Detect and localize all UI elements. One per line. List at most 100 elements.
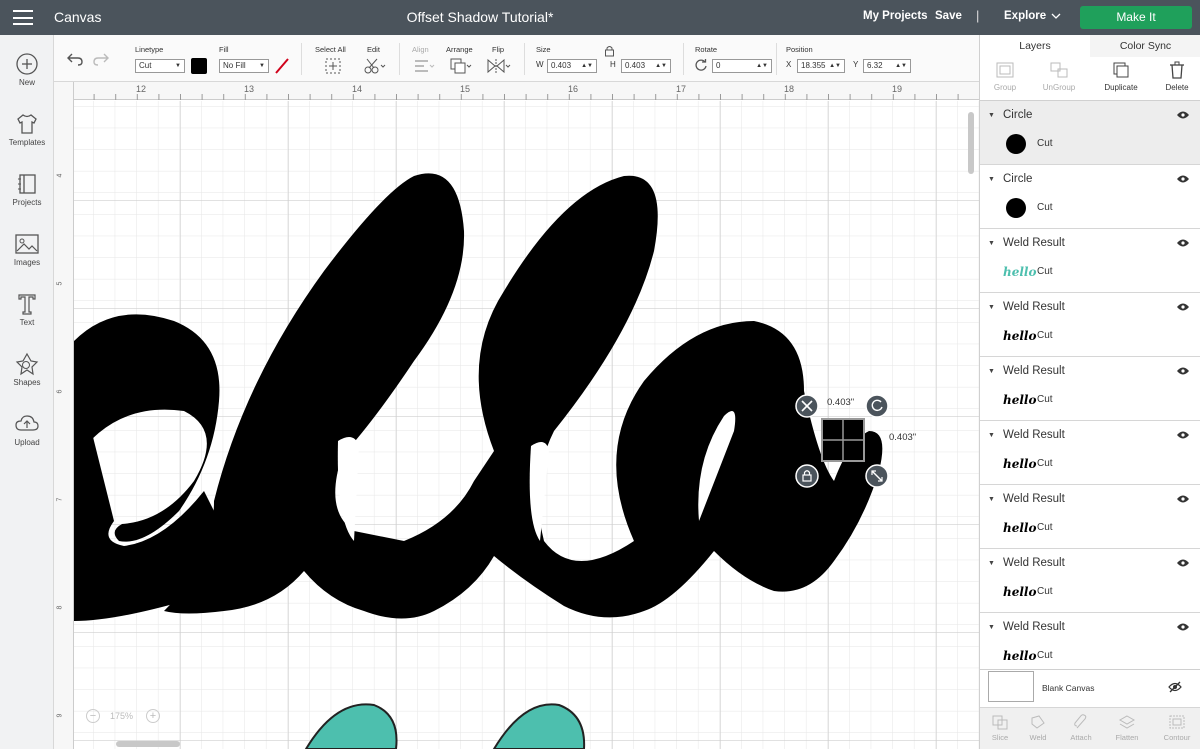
delete-button[interactable]: Delete (1152, 61, 1200, 92)
width-input[interactable]: 0.403 ▲▼ (547, 59, 597, 73)
ruler-left-label: 7 (56, 497, 64, 502)
sidebar-item-images[interactable]: Images (0, 232, 54, 282)
layer-item[interactable]: ▼ Weld Result hello Cut (980, 357, 1200, 421)
layer-item[interactable]: ▼ Circle Cut (980, 101, 1200, 165)
layer-item[interactable]: ▼ Weld Result hello Cut (980, 293, 1200, 357)
layer-type: Cut (1037, 586, 1053, 597)
attach-label: Attach (1070, 733, 1092, 742)
expand-chevron-icon[interactable]: ▼ (988, 240, 995, 247)
circle-thumbnail (1006, 134, 1026, 154)
save-link[interactable]: Save (935, 10, 962, 22)
eye-icon[interactable] (1176, 494, 1190, 504)
no-fill-swatch-icon[interactable] (274, 57, 290, 75)
eye-icon[interactable] (1176, 430, 1190, 440)
eye-icon[interactable] (1176, 238, 1190, 248)
eye-icon[interactable] (1176, 622, 1190, 632)
blank-canvas-label: Blank Canvas (1042, 683, 1095, 693)
arrange-icon[interactable] (448, 57, 474, 75)
sidebar-item-text[interactable]: Text (0, 292, 54, 342)
tab-layers[interactable]: Layers (980, 35, 1090, 57)
flip-label: Flip (492, 45, 505, 54)
slice-button[interactable]: Slice (980, 714, 1020, 742)
select-all-icon[interactable] (324, 57, 342, 75)
x-label: X (786, 60, 792, 69)
explore-link[interactable]: Explore (1004, 10, 1046, 22)
hello-black-thumbnail: hello (1003, 329, 1037, 343)
blank-canvas-row[interactable]: Blank Canvas (980, 669, 1200, 707)
sidebar-item-projects[interactable]: Projects (0, 172, 54, 222)
zoom-out-button[interactable]: − (86, 709, 100, 723)
expand-chevron-icon[interactable]: ▼ (988, 304, 995, 311)
height-input[interactable]: 0.403 ▲▼ (621, 59, 671, 73)
linetype-value: Cut (139, 61, 152, 70)
sidebar-item-templates[interactable]: Templates (0, 112, 54, 162)
expand-chevron-icon[interactable]: ▼ (988, 432, 995, 439)
eye-hidden-icon[interactable] (1168, 681, 1182, 693)
chevron-down-icon[interactable] (1050, 10, 1062, 22)
lock-handle-icon[interactable] (795, 464, 819, 488)
eye-icon[interactable] (1176, 366, 1190, 376)
ruler-top: 12 13 14 15 16 17 18 19 (74, 82, 979, 100)
sidebar-item-shapes[interactable]: Shapes (0, 352, 54, 402)
expand-chevron-icon[interactable]: ▼ (988, 368, 995, 375)
expand-chevron-icon[interactable]: ▼ (988, 624, 995, 631)
duplicate-button[interactable]: Duplicate (1096, 61, 1146, 92)
eye-icon[interactable] (1176, 110, 1190, 120)
expand-chevron-icon[interactable]: ▼ (988, 112, 995, 119)
circle-thumbnail (1006, 198, 1026, 218)
left-sidebar: New Templates Projects Images Text Shape… (0, 35, 54, 749)
hello-black-thumbnail: hello (1003, 521, 1037, 535)
expand-chevron-icon[interactable]: ▼ (988, 560, 995, 567)
redo-icon[interactable] (92, 51, 110, 67)
eye-icon[interactable] (1176, 558, 1190, 568)
zoom-in-button[interactable]: + (146, 709, 160, 723)
flatten-button[interactable]: Flatten (1107, 714, 1147, 742)
flip-icon[interactable] (486, 57, 512, 75)
layer-name: Weld Result (1003, 365, 1065, 377)
design-canvas[interactable]: 0.403" 0.403" 12 13 14 15 16 17 18 19 4 … (54, 82, 979, 749)
position-y-input[interactable]: 6.32 ▲▼ (863, 59, 911, 73)
vertical-scrollbar[interactable] (968, 112, 974, 174)
hamburger-menu-icon[interactable] (13, 10, 33, 25)
fill-select[interactable]: No Fill ▼ (219, 59, 269, 73)
selection-height-label: 0.403" (889, 432, 917, 443)
attach-button[interactable]: Attach (1061, 714, 1101, 742)
linetype-color-swatch[interactable] (191, 58, 207, 74)
document-title[interactable]: Offset Shadow Tutorial* (360, 9, 600, 25)
horizontal-scrollbar[interactable] (116, 741, 180, 747)
ungroup-button[interactable]: UnGroup (1034, 61, 1084, 92)
layer-item[interactable]: ▼ Weld Result hello Cut (980, 229, 1200, 293)
sidebar-item-upload[interactable]: Upload (0, 412, 54, 462)
layer-item[interactable]: ▼ Circle Cut (980, 165, 1200, 229)
lock-aspect-icon[interactable] (604, 45, 615, 57)
ruler-top-label: 18 (784, 84, 795, 94)
group-button[interactable]: Group (980, 61, 1030, 92)
selection-box[interactable] (821, 418, 865, 462)
close-handle-icon[interactable] (795, 394, 819, 418)
eye-icon[interactable] (1176, 302, 1190, 312)
sidebar-item-new[interactable]: New (0, 52, 54, 102)
tab-color-sync[interactable]: Color Sync (1090, 35, 1200, 57)
rotate-input[interactable]: 0 ▲▼ (712, 59, 772, 73)
edit-scissors-icon[interactable] (363, 57, 387, 75)
layer-item[interactable]: ▼ Weld Result hello Cut (980, 421, 1200, 485)
expand-chevron-icon[interactable]: ▼ (988, 176, 995, 183)
rotate-handle-icon[interactable] (865, 394, 889, 418)
hello-black-thumbnail: hello (1003, 649, 1037, 663)
blank-canvas-swatch[interactable] (988, 671, 1034, 702)
undo-icon[interactable] (66, 51, 84, 67)
make-it-button[interactable]: Make It (1080, 6, 1192, 29)
layer-item[interactable]: ▼ Weld Result hello Cut (980, 549, 1200, 613)
layer-item[interactable]: ▼ Weld Result hello Cut (980, 485, 1200, 549)
linetype-select[interactable]: Cut ▼ (135, 59, 185, 73)
resize-handle-icon[interactable] (865, 464, 889, 488)
contour-button[interactable]: Contour (1157, 714, 1197, 742)
my-projects-link[interactable]: My Projects (863, 10, 928, 22)
expand-chevron-icon[interactable]: ▼ (988, 496, 995, 503)
layer-item[interactable]: ▼ Weld Result hello Cut (980, 613, 1200, 669)
eye-icon[interactable] (1176, 174, 1190, 184)
plus-circle-icon (16, 53, 38, 75)
position-x-input[interactable]: 18.355 ▲▼ (797, 59, 845, 73)
slice-icon (992, 715, 1008, 730)
weld-button[interactable]: Weld (1018, 714, 1058, 742)
